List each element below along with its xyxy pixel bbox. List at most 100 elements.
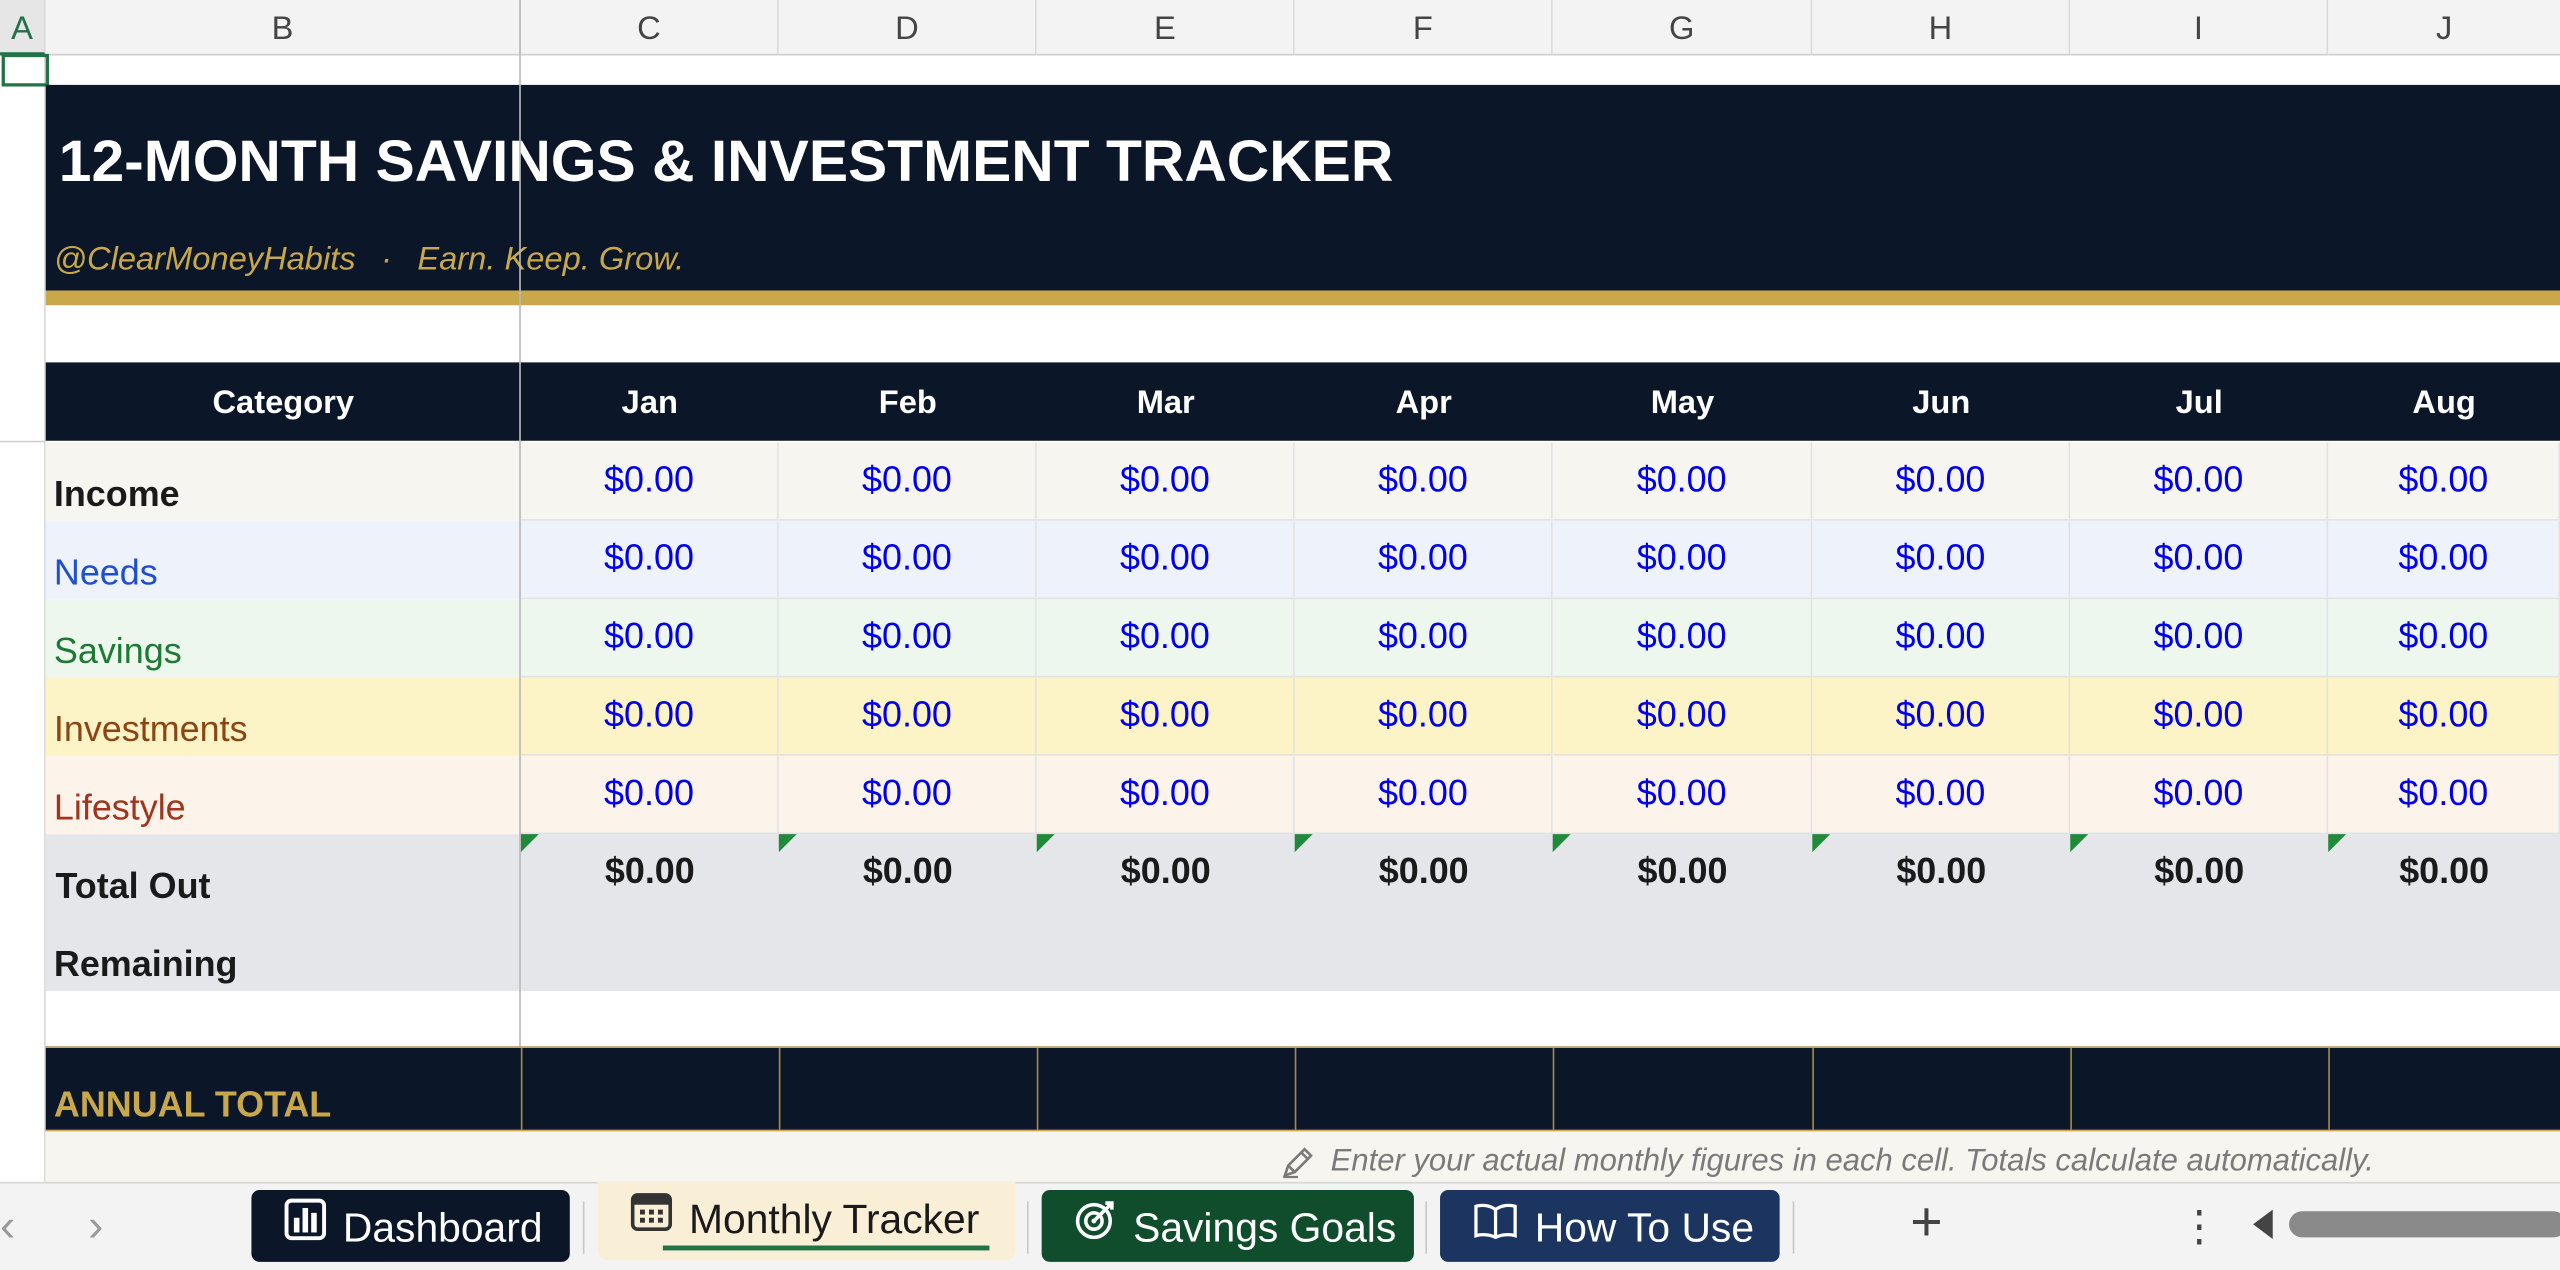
more-options-button[interactable]: ⋮ (2178, 1201, 2220, 1252)
cell-savings[interactable]: $0.00 (2328, 599, 2560, 678)
cell-value: $0.00 (1636, 772, 1727, 813)
cell-needs[interactable]: $0.00 (1552, 520, 1813, 600)
cell-needs[interactable]: $0.00 (2070, 520, 2329, 600)
cell-savings[interactable]: $0.00 (1294, 599, 1553, 678)
cell-lifestyle[interactable]: $0.00 (1294, 755, 1553, 835)
column-header-e[interactable]: E (1036, 0, 1295, 56)
row-divider (0, 440, 46, 443)
column-header-j[interactable]: J (2328, 0, 2560, 56)
cell-savings[interactable]: $0.00 (1552, 599, 1813, 678)
cell-income[interactable]: $0.00 (1812, 442, 2071, 521)
cell-needs[interactable]: $0.00 (778, 520, 1037, 600)
cell-value: $0.00 (2153, 458, 2244, 500)
cell-investments[interactable]: $0.00 (520, 677, 779, 756)
cell-needs[interactable]: $0.00 (2328, 520, 2560, 600)
cell-total-out[interactable]: $0.00 (1294, 834, 1553, 913)
cell-lifestyle[interactable]: $0.00 (1812, 755, 2071, 835)
cell-value: $0.00 (2398, 772, 2489, 813)
column-header-d[interactable]: D (778, 0, 1037, 56)
cell-value: $0.00 (1119, 693, 1210, 735)
cell-savings[interactable]: $0.00 (1036, 599, 1295, 678)
tab-dashboard[interactable]: Dashboard (251, 1190, 570, 1262)
tab-how-to-use[interactable]: How To Use (1440, 1190, 1780, 1262)
cell-income[interactable]: $0.00 (520, 442, 779, 521)
brand-handle: @ClearMoneyHabits (53, 241, 356, 278)
cell-investments[interactable]: $0.00 (778, 677, 1037, 756)
cell-total-out[interactable]: $0.00 (1812, 834, 2071, 913)
column-header-b[interactable]: B (45, 0, 521, 56)
row-label-remaining: Remaining (53, 943, 238, 985)
cell-value: $0.00 (1636, 537, 1727, 578)
row-label-total-out: Total Out (55, 865, 211, 906)
cell-income[interactable]: $0.00 (778, 442, 1037, 521)
cell-total-out[interactable]: $0.00 (2328, 834, 2560, 913)
cell-value: $0.00 (1637, 850, 1728, 892)
cell-income[interactable]: $0.00 (2328, 442, 2560, 521)
header-month: Aug (2412, 385, 2476, 422)
cell-total-out[interactable]: $0.00 (778, 834, 1037, 913)
cell-income[interactable]: $0.00 (1552, 442, 1813, 521)
cell-investments[interactable]: $0.00 (2328, 677, 2560, 756)
cell-lifestyle[interactable]: $0.00 (1552, 755, 1813, 835)
chevron-right-icon[interactable]: › (88, 1200, 103, 1252)
cell-value: $0.00 (862, 458, 952, 500)
cell-remaining[interactable] (1294, 912, 1553, 991)
cell-remaining[interactable] (1812, 912, 2071, 991)
cell-savings[interactable]: $0.00 (778, 599, 1037, 678)
cell-savings[interactable]: $0.00 (1812, 599, 2071, 678)
cell-needs[interactable]: $0.00 (1036, 520, 1295, 600)
gold-accent-bar (45, 290, 2560, 306)
tab-monthly-tracker[interactable]: Monthly Tracker (597, 1181, 1016, 1261)
cell-investments[interactable]: $0.00 (1552, 677, 1813, 756)
cell-investments[interactable]: $0.00 (1294, 677, 1553, 756)
scroll-left-icon[interactable] (2253, 1209, 2273, 1239)
tab-savings-goals[interactable]: Savings Goals (1041, 1190, 1414, 1262)
tab-label: Dashboard (342, 1205, 543, 1252)
cell-lifestyle[interactable]: $0.00 (520, 755, 779, 835)
cell-lifestyle[interactable]: $0.00 (1036, 755, 1295, 835)
cell-needs[interactable]: $0.00 (520, 520, 779, 600)
cell-value: $0.00 (1119, 458, 1210, 500)
cell-total-out[interactable]: $0.00 (520, 834, 779, 913)
cell-investments[interactable]: $0.00 (1812, 677, 2071, 756)
column-header-f[interactable]: F (1294, 0, 1553, 56)
book-icon (1473, 1192, 1519, 1264)
cell-lifestyle[interactable]: $0.00 (2070, 755, 2329, 835)
cell-remaining[interactable] (2328, 912, 2560, 991)
cell-total-out[interactable]: $0.00 (2070, 834, 2329, 913)
cell-savings[interactable]: $0.00 (520, 599, 779, 678)
annual-grid-line (778, 1048, 781, 1130)
column-header-a[interactable]: A (0, 0, 46, 56)
cell-savings[interactable]: $0.00 (2070, 599, 2329, 678)
cell-lifestyle[interactable]: $0.00 (778, 755, 1037, 835)
cell-needs[interactable]: $0.00 (1294, 520, 1553, 600)
add-sheet-button[interactable]: + (1910, 1192, 1942, 1256)
cell-income[interactable]: $0.00 (1036, 442, 1295, 521)
cell-value: $0.00 (2154, 850, 2245, 892)
cell-remaining[interactable] (1036, 912, 1295, 991)
cell-investments[interactable]: $0.00 (2070, 677, 2329, 756)
column-header-h[interactable]: H (1812, 0, 2071, 56)
cell-lifestyle[interactable]: $0.00 (2328, 755, 2560, 835)
cell-remaining[interactable] (520, 912, 779, 991)
selected-cell-a1[interactable] (1, 53, 49, 87)
cell-remaining[interactable] (1552, 912, 1813, 991)
column-letter: F (1412, 11, 1433, 48)
cell-investments[interactable]: $0.00 (1036, 677, 1295, 756)
column-header-g[interactable]: G (1552, 0, 1813, 56)
horizontal-scrollbar-thumb[interactable] (2289, 1211, 2560, 1238)
cell-remaining[interactable] (2070, 912, 2329, 991)
column-a-gutter (0, 55, 46, 1182)
column-header-c[interactable]: C (520, 0, 779, 56)
formula-indicator-icon (1812, 834, 1831, 853)
cell-value: $0.00 (2153, 772, 2244, 813)
cell-needs[interactable]: $0.00 (1812, 520, 2071, 600)
cell-total-out[interactable]: $0.00 (1036, 834, 1295, 913)
cell-total-out[interactable]: $0.00 (1552, 834, 1813, 913)
cell-income[interactable]: $0.00 (1294, 442, 1553, 521)
active-tab-underline (662, 1245, 990, 1251)
cell-income[interactable]: $0.00 (2070, 442, 2329, 521)
chevron-left-icon[interactable]: ‹ (0, 1200, 15, 1252)
cell-remaining[interactable] (778, 912, 1037, 991)
column-header-i[interactable]: I (2070, 0, 2329, 56)
